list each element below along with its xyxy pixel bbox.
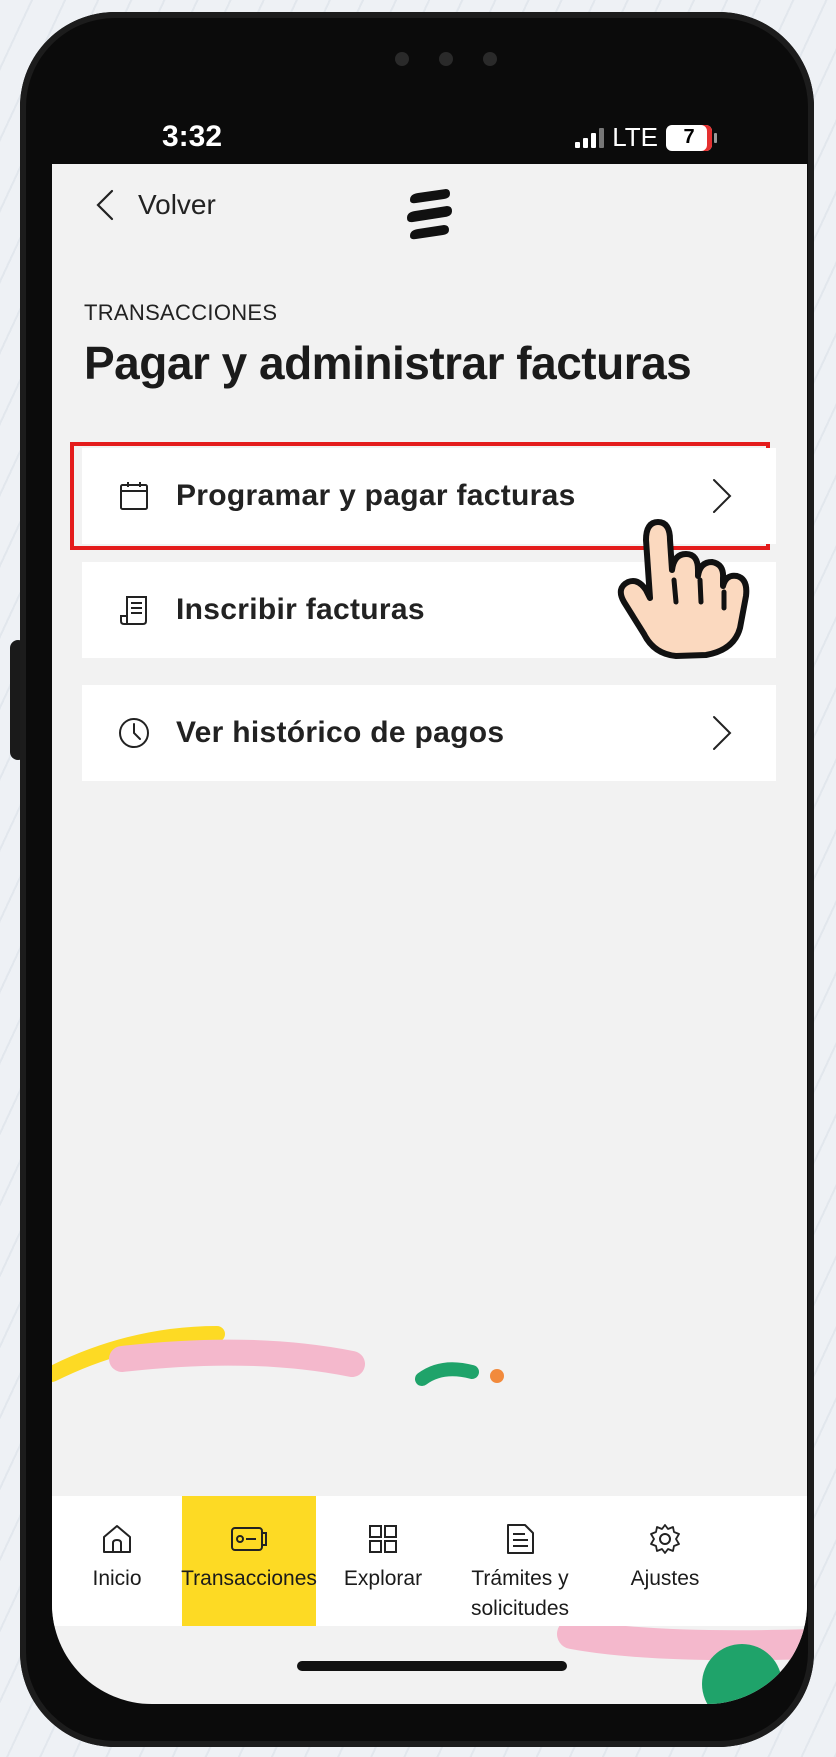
gear-icon [650,1524,680,1554]
nav-label: Trámites y solicitudes [470,1567,570,1620]
receipt-icon [120,596,147,625]
top-bar: Volver [52,164,807,264]
document-icon [507,1524,534,1554]
menu-item-historico[interactable]: Ver histórico de pagos [82,685,776,781]
status-time: 3:32 [162,120,223,153]
nav-item-inicio[interactable]: Inicio [52,1496,182,1626]
back-button[interactable]: Volver [90,188,216,222]
status-indicators: LTE 7 [575,122,717,153]
pointer-hand-icon [617,519,750,659]
nav-item-transacciones[interactable]: Transacciones [181,1496,317,1626]
back-label: Volver [138,189,216,220]
nav-label: Explorar [343,1567,423,1590]
camera-dots [395,52,497,66]
status-bar: 3:32 LTE 7 [52,102,782,172]
bottom-navigation: Inicio Transacciones Explorar Trámites y… [52,1496,807,1626]
chevron-left-icon [96,189,114,221]
nav-item-explorar[interactable]: Explorar [316,1496,450,1626]
menu-item-label: Inscribir facturas [176,593,425,626]
page-title: Pagar y administrar facturas [84,337,692,389]
home-indicator[interactable] [297,1661,567,1671]
nav-label: Inicio [92,1567,142,1590]
home-icon [103,1525,131,1553]
nav-label: Transacciones [181,1567,317,1590]
bancolombia-logo-icon [407,189,452,240]
chevron-right-icon [713,716,732,750]
network-label: LTE [612,122,658,152]
app-screen: Volver TRANSACCIONES Pagar y administrar… [52,164,807,1704]
card-transfer-icon [231,1527,267,1551]
grid-icon [369,1525,397,1553]
nav-item-tramites[interactable]: Trámites y solicitudes [450,1496,590,1626]
clock-icon [119,718,149,748]
menu-item-label: Programar y pagar facturas [176,479,576,512]
nav-item-ajustes[interactable]: Ajustes [590,1496,740,1626]
calendar-icon [120,482,148,510]
battery-icon: 7 [666,124,717,151]
menu-item-label: Ver histórico de pagos [176,716,505,749]
section-label: TRANSACCIONES [84,300,278,325]
battery-level: 7 [683,126,695,148]
signal-icon [575,127,605,148]
nav-label: Ajustes [630,1567,700,1590]
